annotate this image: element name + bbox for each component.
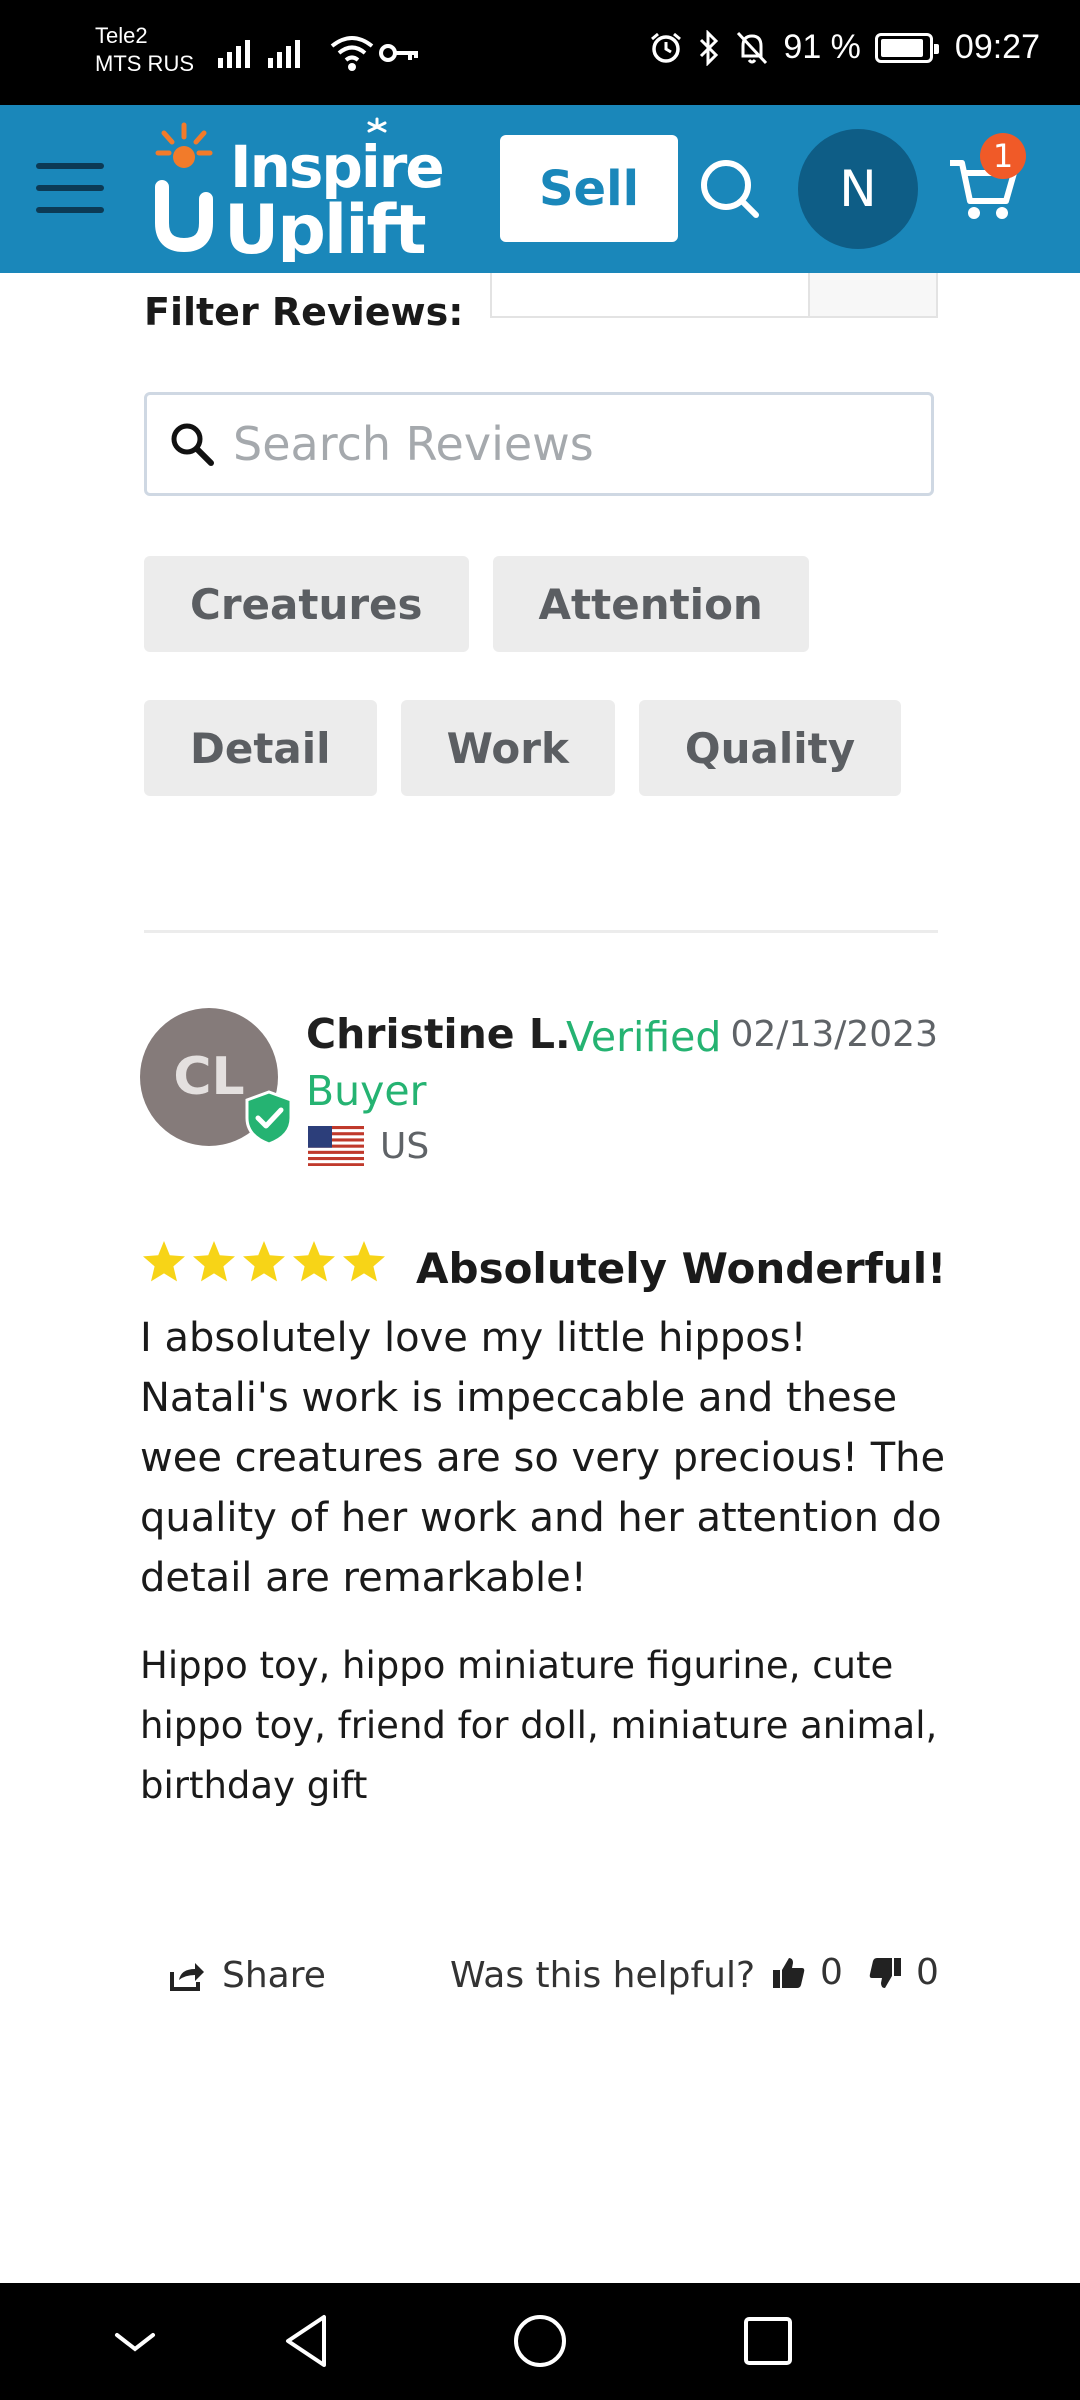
us-flag-icon	[308, 1126, 364, 1166]
user-avatar[interactable]: N	[798, 129, 918, 249]
mute-bell-icon	[737, 31, 768, 64]
review-title: Absolutely Wonderful!	[416, 1244, 947, 1293]
hamburger-menu-icon[interactable]	[36, 163, 104, 213]
star-icon	[143, 1241, 185, 1282]
star-icon	[293, 1241, 335, 1282]
clock: 09:27	[954, 28, 1040, 66]
bluetooth-icon	[700, 29, 719, 66]
share-button[interactable]: Share	[168, 1955, 326, 1996]
verified-shield-icon	[245, 1090, 293, 1146]
inspire-uplift-logo[interactable]: Inspire Uplift	[140, 117, 460, 262]
chip-attention[interactable]: Attention	[492, 556, 809, 652]
chip-creatures[interactable]: Creatures	[144, 556, 469, 652]
site-header: Inspire Uplift Sell N 1	[0, 105, 1080, 273]
battery-percent: 91 %	[783, 28, 861, 66]
upvote-count: 0	[820, 1952, 843, 1993]
helpful-prompt: Was this helpful?	[450, 1955, 756, 1996]
filter-reviews-label: Filter Reviews:	[144, 290, 464, 334]
thumbs-down-icon	[869, 1957, 901, 1988]
search-reviews-input[interactable]	[233, 417, 833, 471]
system-nav-bar	[0, 2283, 1080, 2400]
signal-strength-icon	[268, 34, 300, 68]
chip-work[interactable]: Work	[400, 700, 615, 796]
review-date: 02/13/2023	[730, 1014, 939, 1055]
keyword-chips: Creatures Attention Detail Work Quality	[144, 556, 944, 796]
recents-icon[interactable]	[738, 2311, 798, 2371]
reviewer-country: US	[380, 1126, 430, 1167]
share-icon	[170, 1962, 204, 1991]
carrier-name-1: Tele2	[95, 23, 148, 48]
chip-detail[interactable]: Detail	[144, 700, 377, 796]
star-icon	[343, 1241, 385, 1282]
back-icon[interactable]	[280, 2311, 340, 2371]
battery-icon	[874, 32, 939, 63]
chevron-down-icon[interactable]	[105, 2311, 165, 2371]
downvote-count: 0	[916, 1952, 939, 1993]
signal-strength-icon	[218, 34, 250, 68]
review-body: I absolutely love my little hippos! Nata…	[140, 1315, 946, 1601]
vpn-key-icon	[379, 44, 418, 62]
search-icon	[171, 423, 214, 466]
reviewer-name: Christine L.	[306, 1010, 571, 1058]
logo-text-uplift: Uplift	[224, 191, 425, 262]
thumbs-down-button[interactable]: 0	[868, 1952, 939, 1993]
sell-button[interactable]: Sell	[500, 135, 678, 242]
wifi-icon	[330, 36, 374, 71]
status-bar: Tele2 MTS RUS 91 % 09:27	[0, 0, 1080, 105]
home-icon[interactable]	[510, 2311, 570, 2371]
divider	[144, 930, 938, 933]
search-icon[interactable]	[698, 157, 762, 221]
reviewed-product: Hippo toy, hippo miniature figurine, cut…	[140, 1644, 938, 1807]
carrier-info: Tele2 MTS RUS	[95, 22, 194, 78]
status-right: 91 % 09:27	[649, 28, 1040, 67]
cart-count-badge: 1	[980, 133, 1026, 179]
star-icon	[243, 1241, 285, 1282]
alarm-icon	[651, 32, 682, 63]
star-rating	[140, 1238, 388, 1286]
thumbs-up-icon	[773, 1957, 805, 1988]
thumbs-up-button[interactable]: 0	[772, 1952, 843, 1993]
signal-icons	[218, 34, 300, 68]
star-icon	[193, 1241, 235, 1282]
chip-quality[interactable]: Quality	[638, 700, 902, 796]
review-search-box[interactable]	[144, 392, 934, 496]
share-label: Share	[222, 1955, 326, 1996]
carrier-name-2: MTS RUS	[95, 51, 194, 76]
